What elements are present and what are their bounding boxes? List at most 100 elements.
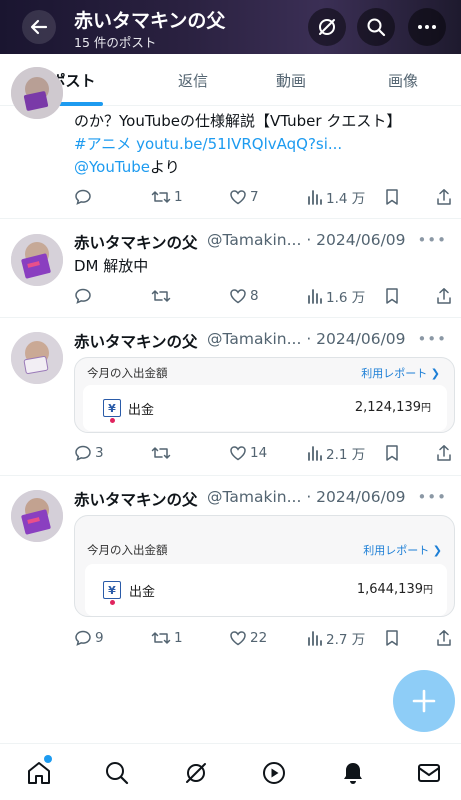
play-circle-icon — [263, 762, 285, 784]
bookmark-button[interactable] — [384, 627, 403, 649]
repost-button[interactable]: 1 — [151, 186, 183, 208]
more-options-button[interactable] — [408, 8, 446, 46]
views-button[interactable]: 1.6 万 — [307, 285, 365, 307]
card-title: 今月の入出金額 — [87, 366, 168, 380]
views-button[interactable]: 2.7 万 — [307, 627, 365, 649]
like-button[interactable]: 8 — [229, 285, 259, 307]
arrow-left-icon — [30, 19, 48, 35]
post-links: #アニメ youtu.be/51IVRQlvAqQ?si... — [74, 133, 342, 155]
tab-images[interactable]: 画像 — [350, 54, 456, 106]
share-icon — [437, 288, 451, 304]
like-button[interactable]: 14 — [229, 442, 267, 464]
nav-search[interactable] — [102, 758, 132, 788]
post-actions: 8 1.6 万 — [74, 285, 454, 307]
nav-notifications[interactable] — [338, 758, 368, 788]
reply-button[interactable]: 9 — [74, 627, 104, 649]
post-item[interactable]: 赤いタマキンの父 @Tamakin... · 2024/06/09 ••• DM… — [0, 220, 461, 318]
grok-icon — [186, 763, 206, 783]
post-more-button[interactable]: ••• — [417, 330, 447, 348]
withdrawal-amount: 1,644,139円 — [356, 582, 433, 597]
share-button[interactable] — [436, 285, 455, 307]
author-handle[interactable]: @Tamakin... · 2024/06/09 — [207, 231, 406, 249]
author-handle[interactable]: @Tamakin... · 2024/06/09 — [207, 488, 406, 506]
reply-button[interactable] — [74, 285, 95, 307]
share-button[interactable] — [436, 186, 455, 208]
heart-icon — [230, 190, 246, 205]
repost-icon — [151, 290, 171, 302]
nav-messages[interactable] — [414, 758, 444, 788]
withdrawal-amount: 2,124,139円 — [354, 400, 431, 415]
media-card[interactable]: 今月の入出金額 利用レポート ❯ ¥ 出金 1,644,139円 — [74, 515, 455, 617]
bookmark-button[interactable] — [384, 442, 403, 464]
post-more-button[interactable]: ••• — [417, 488, 447, 506]
repost-button[interactable]: 1 — [151, 627, 183, 649]
bookmark-icon — [386, 445, 398, 461]
post-item[interactable]: のか？YouTubeの仕様解説【VTuber クエスト】 #アニメ youtu.… — [0, 67, 461, 219]
author-name[interactable]: 赤いタマキンの父 — [74, 488, 198, 510]
post-date: · 2024/06/09 — [306, 231, 406, 249]
views-button[interactable]: 2.1 万 — [307, 442, 365, 464]
post-more-button[interactable]: ••• — [417, 231, 447, 249]
repost-icon — [151, 632, 171, 644]
nav-grok[interactable] — [181, 758, 211, 788]
bookmark-icon — [386, 630, 398, 646]
share-icon — [437, 630, 451, 646]
like-button[interactable]: 7 — [229, 186, 259, 208]
usage-report-link[interactable]: 利用レポート ❯ — [363, 542, 442, 558]
reply-button[interactable] — [74, 186, 95, 208]
hashtag-link[interactable]: #アニメ — [74, 135, 131, 153]
usage-report-link[interactable]: 利用レポート ❯ — [361, 365, 440, 381]
post-text: のか？YouTubeの仕様解説【VTuber クエスト】 — [74, 112, 402, 130]
profile-tabs: ポスト 返信 動画 画像 — [0, 54, 461, 106]
bookmark-button[interactable] — [384, 285, 403, 307]
grok-icon — [319, 19, 335, 35]
repost-icon — [151, 191, 171, 203]
post-actions: 3 14 2.1 万 — [74, 442, 454, 464]
author-handle[interactable]: @Tamakin... · 2024/06/09 — [207, 330, 406, 348]
post-date: · 2024/06/09 — [306, 488, 406, 506]
bookmark-button[interactable] — [384, 186, 403, 208]
search-button[interactable] — [357, 8, 395, 46]
bookmark-icon — [386, 288, 398, 304]
profile-title: 赤いタマキンの父 — [74, 10, 226, 32]
avatar[interactable] — [11, 234, 63, 286]
grok-button[interactable] — [308, 8, 346, 46]
reply-icon — [75, 630, 91, 646]
share-button[interactable] — [436, 442, 455, 464]
tab-replies[interactable]: 返信 — [140, 54, 246, 106]
author-name[interactable]: 赤いタマキンの父 — [74, 231, 198, 253]
post-item[interactable]: 赤いタマキンの父 @Tamakin... · 2024/06/09 ••• 今月… — [0, 319, 461, 476]
tab-videos[interactable]: 動画 — [238, 54, 344, 106]
repost-button[interactable] — [151, 285, 174, 307]
author-name[interactable]: 赤いタマキンの父 — [74, 330, 198, 352]
post-date: · 2024/06/09 — [306, 330, 406, 348]
repost-button[interactable] — [151, 442, 174, 464]
search-icon — [106, 762, 129, 785]
post-text: DM 解放中 — [74, 257, 149, 275]
views-button[interactable]: 1.4 万 — [307, 186, 365, 208]
like-button[interactable]: 22 — [229, 627, 267, 649]
avatar[interactable] — [11, 67, 63, 119]
share-button[interactable] — [436, 627, 455, 649]
more-horizontal-icon — [418, 25, 436, 29]
share-icon — [437, 189, 451, 205]
url-link[interactable]: youtu.be/51IVRQlvAqQ?si... — [136, 135, 342, 153]
avatar[interactable] — [11, 490, 63, 542]
profile-header: 赤いタマキンの父 15 件のポスト — [0, 0, 461, 54]
post-count: 15 件のポスト — [74, 35, 157, 50]
views-icon — [308, 446, 322, 461]
heart-icon — [230, 631, 246, 646]
media-card[interactable]: 今月の入出金額 利用レポート ❯ ¥ 出金 2,124,139円 — [74, 357, 455, 433]
avatar-image — [11, 234, 63, 286]
mention-link[interactable]: @YouTube — [74, 158, 150, 176]
back-button[interactable] — [22, 10, 56, 44]
yen-icon: ¥ — [103, 399, 121, 417]
nav-video[interactable] — [259, 758, 289, 788]
post-item[interactable]: 赤いタマキンの父 @Tamakin... · 2024/06/09 ••• 今月… — [0, 477, 461, 667]
search-icon — [367, 18, 386, 37]
compose-post-button[interactable] — [393, 670, 455, 732]
reply-button[interactable]: 3 — [74, 442, 104, 464]
post-mention-line: @YouTubeより — [74, 158, 180, 176]
post-actions: 9 1 22 2.7 万 — [74, 627, 454, 649]
avatar[interactable] — [11, 332, 63, 384]
